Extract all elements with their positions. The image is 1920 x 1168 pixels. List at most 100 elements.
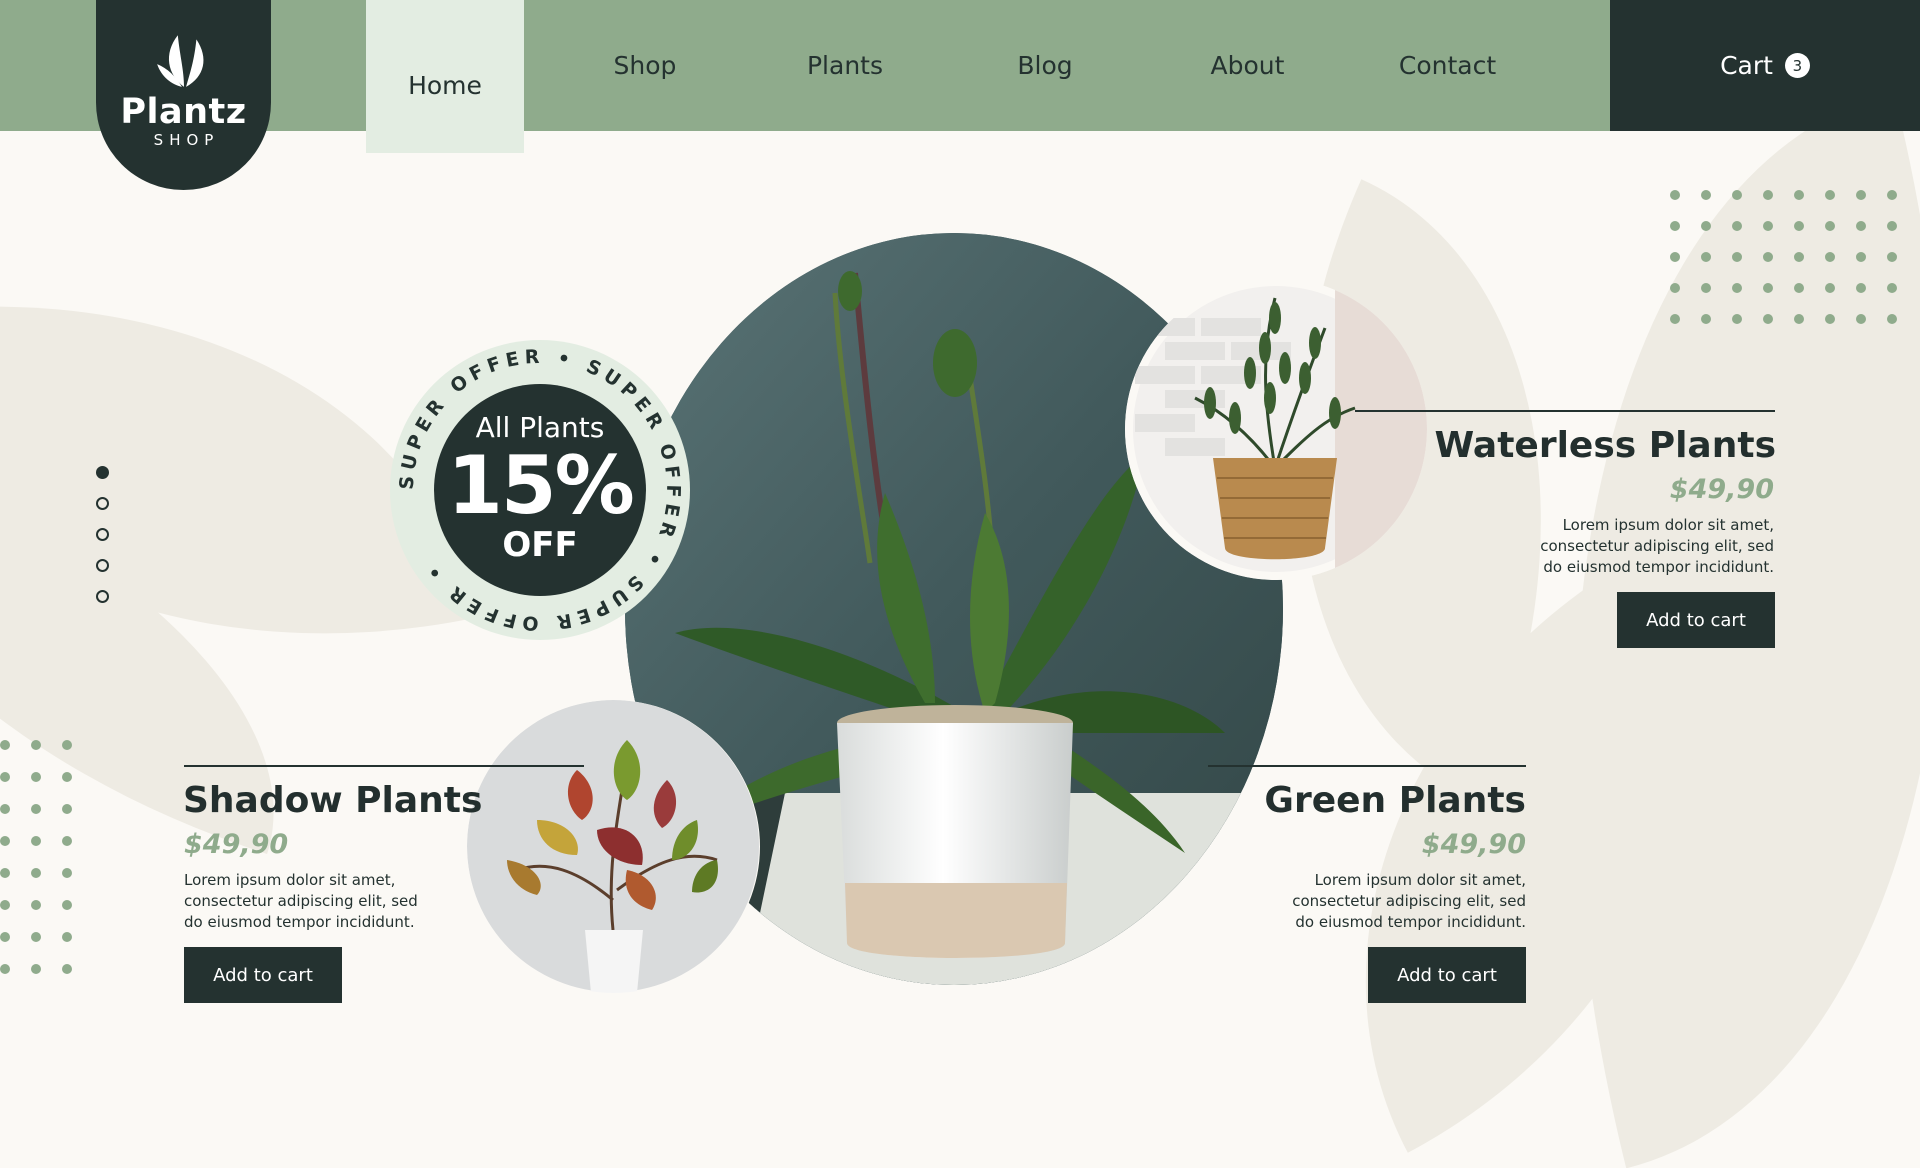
- decorative-dot: [1794, 283, 1804, 293]
- decorative-dot: [1887, 314, 1897, 324]
- decorative-dot: [1670, 221, 1680, 231]
- cart-button[interactable]: Cart 3: [1610, 0, 1920, 131]
- description-line: consectetur adipiscing elit, sed: [1292, 892, 1526, 910]
- nav-item-blog[interactable]: Blog: [970, 0, 1120, 131]
- description-line: do eiusmod tempor incididunt.: [1295, 913, 1526, 931]
- super-offer-badge[interactable]: SUPER OFFER • SUPER OFFER • SUPER OFFER …: [390, 340, 690, 640]
- slider-dot[interactable]: [96, 590, 109, 603]
- decorative-dot: [62, 772, 72, 782]
- decorative-dot: [1670, 252, 1680, 262]
- decorative-dot: [62, 804, 72, 814]
- decorative-dot: [1732, 252, 1742, 262]
- description-line: do eiusmod tempor incididunt.: [184, 913, 415, 931]
- decorative-dot: [1856, 283, 1866, 293]
- decorative-dot: [31, 836, 41, 846]
- description-line: Lorem ipsum dolor sit amet,: [184, 871, 396, 889]
- product-title-waterless: Waterless Plants: [1434, 425, 1776, 466]
- add-to-cart-button-green[interactable]: Add to cart: [1368, 947, 1526, 1003]
- product-price-waterless: $49,90: [1669, 474, 1774, 505]
- decorative-dot: [1825, 221, 1835, 231]
- product-title-shadow: Shadow Plants: [183, 780, 483, 821]
- decorative-dot: [1670, 283, 1680, 293]
- description-line: do eiusmod tempor incididunt.: [1543, 558, 1774, 576]
- decorative-dot: [1670, 190, 1680, 200]
- nav-item-contact[interactable]: Contact: [1370, 0, 1525, 131]
- offer-percentage: 15%: [447, 439, 634, 532]
- decorative-dot: [1732, 221, 1742, 231]
- product-description-shadow: Lorem ipsum dolor sit amet, consectetur …: [184, 870, 504, 933]
- decorative-dot: [62, 868, 72, 878]
- decorative-dot: [1670, 314, 1680, 324]
- decorative-dot: [31, 964, 41, 974]
- decorative-dot: [1856, 221, 1866, 231]
- decorative-dot: [1732, 314, 1742, 324]
- product-description-waterless: Lorem ipsum dolor sit amet, consectetur …: [1454, 515, 1774, 578]
- description-line: Lorem ipsum dolor sit amet,: [1314, 871, 1526, 889]
- decorative-dot: [31, 772, 41, 782]
- decorative-dot: [1701, 221, 1711, 231]
- waterless-plant-image: [1125, 278, 1427, 580]
- decorative-dot: [1763, 314, 1773, 324]
- decorative-dot: [0, 932, 10, 942]
- decorative-dot: [0, 836, 10, 846]
- slider-dot[interactable]: [96, 528, 109, 541]
- divider-line: [1208, 765, 1526, 767]
- decorative-dot: [1732, 283, 1742, 293]
- decorative-dot: [0, 772, 10, 782]
- nav-item-home[interactable]: Home: [366, 0, 524, 153]
- decorative-dot: [0, 868, 10, 878]
- decorative-dot: [1794, 314, 1804, 324]
- slider-dot[interactable]: [96, 466, 109, 479]
- decorative-dot: [0, 740, 10, 750]
- decorative-dot: [31, 804, 41, 814]
- decorative-dot: [0, 964, 10, 974]
- shadow-plant-image: [467, 700, 760, 993]
- offer-suffix: OFF: [502, 525, 578, 565]
- decorative-dot: [1887, 221, 1897, 231]
- nav-item-about[interactable]: About: [1170, 0, 1325, 131]
- decorative-dot: [0, 900, 10, 910]
- decorative-dot: [1825, 314, 1835, 324]
- decorative-dot: [1763, 252, 1773, 262]
- decorative-dot: [31, 868, 41, 878]
- description-line: consectetur adipiscing elit, sed: [184, 892, 418, 910]
- decorative-dot: [1856, 314, 1866, 324]
- decorative-dot: [1856, 190, 1866, 200]
- add-to-cart-button-shadow[interactable]: Add to cart: [184, 947, 342, 1003]
- description-line: consectetur adipiscing elit, sed: [1540, 537, 1774, 555]
- brand-tagline: SHOP: [153, 131, 220, 149]
- cart-label: Cart: [1720, 51, 1773, 80]
- decorative-dot: [1887, 283, 1897, 293]
- add-to-cart-button-waterless[interactable]: Add to cart: [1617, 592, 1775, 648]
- decorative-dot: [1732, 190, 1742, 200]
- cart-count-badge: 3: [1784, 53, 1810, 78]
- slider-dot[interactable]: [96, 497, 109, 510]
- decorative-dot: [1794, 221, 1804, 231]
- decorative-dot: [1887, 252, 1897, 262]
- nav-item-shop[interactable]: Shop: [560, 0, 730, 131]
- decorative-dot: [62, 836, 72, 846]
- product-price-shadow: $49,90: [184, 829, 289, 860]
- divider-line: [184, 765, 584, 767]
- brand-logo[interactable]: Plantz SHOP: [96, 0, 271, 190]
- decorative-dot: [31, 740, 41, 750]
- decorative-dot-grid: [0, 740, 72, 974]
- decorative-dot: [1763, 221, 1773, 231]
- slider-pagination: [96, 466, 109, 603]
- decorative-dot: [1701, 283, 1711, 293]
- decorative-dot: [1794, 252, 1804, 262]
- slider-dot[interactable]: [96, 559, 109, 572]
- decorative-dot: [62, 900, 72, 910]
- top-navigation-bar: Home Shop Plants Blog About Contact Cart…: [0, 0, 1920, 153]
- decorative-dot: [1856, 252, 1866, 262]
- decorative-dot: [62, 740, 72, 750]
- product-price-green: $49,90: [1421, 829, 1526, 860]
- decorative-dot: [1763, 283, 1773, 293]
- decorative-dot: [1701, 190, 1711, 200]
- product-description-green: Lorem ipsum dolor sit amet, consectetur …: [1206, 870, 1526, 933]
- decorative-dot: [1701, 314, 1711, 324]
- nav-item-plants[interactable]: Plants: [765, 0, 925, 131]
- decorative-dot: [1887, 190, 1897, 200]
- brand-name: Plantz: [120, 92, 247, 132]
- offer-line1: All Plants: [475, 411, 605, 444]
